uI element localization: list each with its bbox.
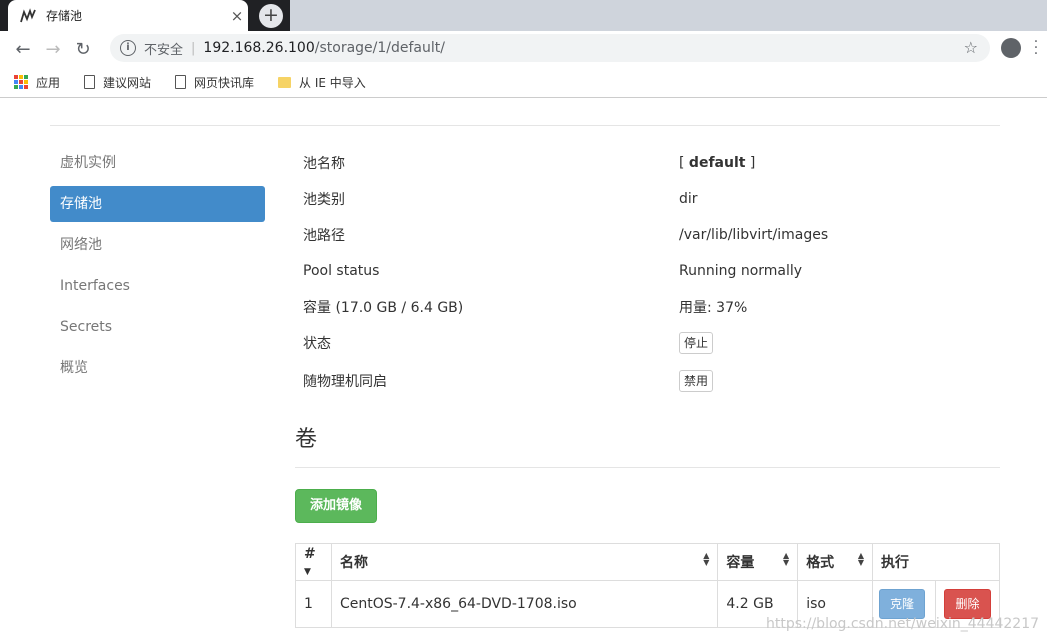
watermark-text: https://blog.csdn.net/weixin_44442217 [766,616,1040,632]
bookmark-import-from-ie[interactable]: 从 IE 中导入 [278,74,366,91]
column-header-index[interactable]: # ▼ [295,543,332,581]
sidebar-item-storage[interactable]: 存储池 [50,186,265,222]
bookmark-star-icon[interactable]: ☆ [964,38,978,57]
site-favicon-icon [20,7,36,24]
forward-arrow-icon[interactable]: → [38,34,68,64]
new-tab-button[interactable]: + [259,4,283,28]
sort-icon: ▲ ▼ [703,551,710,567]
sort-icon: ▲ ▼ [783,551,790,567]
pool-capacity-label: 容量 (17.0 GB / 6.4 GB) [303,300,464,316]
volume-name: CentOS-7.4-x86_64-DVD-1708.iso [330,580,719,628]
sidebar-item-instances[interactable]: 虚机实例 [50,145,265,181]
column-label: 名称 [339,555,368,571]
browser-tab[interactable]: 存储池 × [8,0,248,31]
pool-type-label: 池类别 [303,192,345,208]
column-header-name[interactable]: 名称 ▲ ▼ [330,543,719,581]
info-icon[interactable]: i [120,40,136,56]
url-host: 192.168.26.100 [203,40,315,56]
bracket-close: ] [749,155,756,171]
column-header-size[interactable]: 容量 ▲ ▼ [717,543,799,581]
sidebar-item-interfaces[interactable]: Interfaces [50,268,265,304]
reload-icon[interactable]: ↻ [68,34,98,64]
pool-usage-value: 用量: 37% [679,300,748,316]
column-label: # [304,546,316,562]
bracket-open: [ [679,155,685,171]
pool-status-value: Running normally [679,263,803,279]
divider [295,467,1000,468]
column-label: 容量 [726,555,755,571]
url-path: /storage/1/default/ [314,40,445,56]
volume-index: 1 [295,580,332,628]
folder-icon [278,76,292,88]
pool-autostart-row: 随物理机同启 禁用 [295,361,1000,401]
pool-name-value: [ default ] [679,155,755,171]
delete-button[interactable]: 删除 [944,589,991,619]
pool-name-row: 池名称 [ default ] [295,145,1000,181]
table-header-row: # ▼ 名称 ▲ ▼ 容量 ▲ ▼ 格式 ▲ ▼ 执行 [295,543,1001,581]
divider [50,125,1000,126]
sidebar-item-secrets[interactable]: Secrets [50,309,265,345]
pool-path-value: /var/lib/libvirt/images [679,227,829,243]
sort-icon: ▲ ▼ [857,551,864,567]
sidebar-nav: 虚机实例 存储池 网络池 Interfaces Secrets 概览 [50,145,265,391]
disable-autostart-button[interactable]: 禁用 [679,370,714,392]
browser-menu-icon[interactable]: · · · [1032,35,1040,61]
pool-status-label: Pool status [303,263,380,279]
sort-desc-icon: ▼ [304,567,311,577]
column-label: 格式 [806,555,835,571]
bookmark-suggested-sites[interactable]: 建议网站 [84,74,151,91]
browser-tab-strip: 存储池 × + [0,0,1047,31]
volumes-heading: 卷 [295,427,318,452]
pool-name: default [688,155,746,171]
pool-path-row: 池路径 /var/lib/libvirt/images [295,217,1000,253]
bookmark-apps[interactable]: 应用 [14,74,60,91]
back-arrow-icon[interactable]: ← [8,34,38,64]
pool-capacity-row: 容量 (17.0 GB / 6.4 GB) 用量: 37% [295,289,1000,325]
browser-toolbar: ← → ↻ i 不安全 | 192.168.26.100 /storage/1/… [0,31,1047,67]
tab-close-icon[interactable]: × [226,7,248,25]
column-header-actions: 执行 [871,543,1001,581]
profile-avatar-icon[interactable] [1001,38,1021,58]
page-icon [84,75,96,89]
pool-state-label: 状态 [303,336,331,352]
add-image-button[interactable]: 添加镜像 [295,489,377,523]
bookmark-web-slice-gallery[interactable]: 网页快讯库 [175,74,254,91]
pool-name-label: 池名称 [303,156,345,172]
column-header-format[interactable]: 格式 ▲ ▼ [797,543,873,581]
address-bar[interactable]: i 不安全 | 192.168.26.100 /storage/1/defaul… [110,34,990,62]
bookmarks-bar: 应用 建议网站 网页快讯库 从 IE 中导入 [0,67,1047,98]
separator: | [191,40,196,56]
pool-autostart-label: 随物理机同启 [303,374,387,390]
apps-grid-icon [14,75,28,89]
bookmark-label: 应用 [36,75,61,90]
pool-type-value: dir [679,191,698,207]
pool-details: 池名称 [ default ] 池类别 dir 池路径 /var/lib/lib… [295,145,1000,401]
bookmark-label: 网页快讯库 [194,75,255,90]
page-icon [175,75,187,89]
security-label: 不安全 [144,42,184,58]
clone-button[interactable]: 克隆 [878,589,925,619]
pool-status-row: Pool status Running normally [295,253,1000,289]
pool-path-label: 池路径 [303,228,345,244]
bookmark-label: 从 IE 中导入 [299,75,366,90]
pool-type-row: 池类别 dir [295,181,1000,217]
sidebar-item-networks[interactable]: 网络池 [50,227,265,263]
page-content: 虚机实例 存储池 网络池 Interfaces Secrets 概览 池名称 [… [0,99,1047,644]
tab-strip-background [290,0,1047,31]
sidebar-item-overview[interactable]: 概览 [50,350,265,386]
column-label: 执行 [880,555,909,571]
tab-title: 存储池 [46,9,83,23]
bookmark-label: 建议网站 [103,75,152,90]
stop-button[interactable]: 停止 [679,332,714,354]
pool-state-row: 状态 停止 [295,325,1000,361]
